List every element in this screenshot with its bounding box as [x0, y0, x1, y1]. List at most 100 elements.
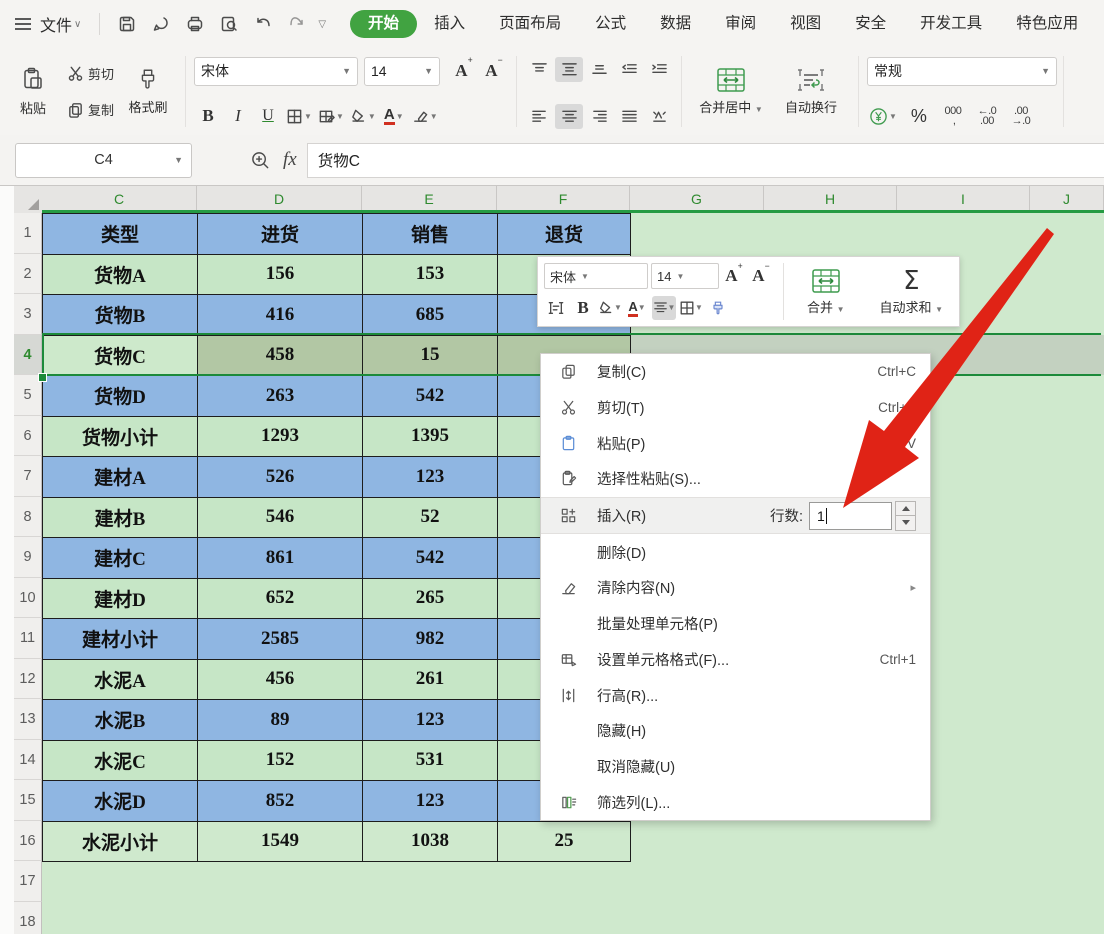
copy-button[interactable]: 复制 — [64, 97, 117, 123]
tab-开发工具[interactable]: 开发工具 — [903, 10, 999, 38]
number-format-select[interactable]: 常规 ▼ — [867, 57, 1057, 86]
shrink-font-button[interactable]: A− — [480, 59, 508, 84]
cell-C16[interactable]: 水泥小计 — [43, 821, 198, 862]
cell-D14[interactable]: 152 — [198, 740, 363, 781]
print-preview-button[interactable] — [214, 9, 244, 39]
row-header-15[interactable]: 15 — [14, 780, 42, 821]
select-all-corner[interactable] — [14, 186, 43, 214]
row-header-5[interactable]: 5 — [14, 375, 42, 416]
cell-E15[interactable]: 123 — [363, 781, 498, 822]
font-color-button[interactable]: A ▼ — [380, 104, 408, 129]
cell-C12[interactable]: 水泥A — [43, 659, 198, 700]
align-center-button[interactable] — [555, 104, 583, 129]
cell-D2[interactable]: 156 — [198, 254, 363, 295]
align-top-button[interactable] — [525, 57, 553, 82]
borders-button[interactable]: ▼ — [284, 104, 314, 129]
context-menu-item-取消隐藏[interactable]: 取消隐藏(U) — [541, 749, 930, 785]
cell-E6[interactable]: 1395 — [363, 416, 498, 457]
tab-公式[interactable]: 公式 — [578, 10, 643, 38]
column-header-G[interactable]: G — [630, 186, 764, 213]
cell-D3[interactable]: 416 — [198, 295, 363, 336]
file-menu[interactable]: 文件 — [40, 12, 72, 36]
row-header-8[interactable]: 8 — [14, 497, 42, 538]
cell-C13[interactable]: 水泥B — [43, 700, 198, 741]
cell-D9[interactable]: 861 — [198, 538, 363, 579]
cell-D4[interactable]: 458 — [198, 335, 363, 376]
mini-format-painter-button[interactable] — [706, 296, 730, 320]
cell-C5[interactable]: 货物D — [43, 376, 198, 417]
cell-C4[interactable]: 货物C — [43, 335, 198, 376]
row-header-14[interactable]: 14 — [14, 740, 42, 781]
mini-bold-button[interactable]: B — [571, 296, 595, 320]
tab-审阅[interactable]: 审阅 — [708, 10, 773, 38]
row-header-13[interactable]: 13 — [14, 699, 42, 740]
cut-button[interactable]: 剪切 — [64, 61, 117, 87]
row-header-11[interactable]: 11 — [14, 618, 42, 659]
cell-F16[interactable]: 25 — [498, 821, 631, 862]
row-header-6[interactable]: 6 — [14, 416, 42, 457]
cell-D13[interactable]: 89 — [198, 700, 363, 741]
cell-C14[interactable]: 水泥C — [43, 740, 198, 781]
cell-F1[interactable]: 退货 — [498, 214, 631, 255]
tab-数据[interactable]: 数据 — [643, 10, 708, 38]
align-left-button[interactable] — [525, 104, 553, 129]
cell-D7[interactable]: 526 — [198, 457, 363, 498]
mini-merge-button[interactable]: 合并 ▼ — [788, 257, 864, 326]
cell-C11[interactable]: 建材小计 — [43, 619, 198, 660]
column-header-H[interactable]: H — [764, 186, 897, 213]
formula-input[interactable]: 货物C — [307, 143, 1104, 178]
row-header-9[interactable]: 9 — [14, 537, 42, 578]
column-header-C[interactable]: C — [42, 186, 197, 213]
context-menu-item-隐藏[interactable]: 隐藏(H) — [541, 713, 930, 749]
cell-D1[interactable]: 进货 — [198, 214, 363, 255]
mini-grow-font-button[interactable]: A+ — [722, 264, 746, 288]
wrap-text-button[interactable]: 自动换行 — [772, 54, 850, 130]
row-header-16[interactable]: 16 — [14, 821, 42, 862]
context-menu-item-行高[interactable]: 行高(R)... — [541, 677, 930, 713]
cell-C10[interactable]: 建材D — [43, 578, 198, 619]
align-middle-button[interactable] — [555, 57, 583, 82]
mini-borders-button[interactable]: ▼ — [679, 296, 703, 320]
context-menu-item-粘贴[interactable]: 粘贴(P)Ctrl+V — [541, 425, 930, 461]
quickbar-options-icon[interactable]: ▽ — [318, 19, 326, 30]
row-header-12[interactable]: 12 — [14, 659, 42, 700]
draw-border-button[interactable]: ▼ — [316, 104, 346, 129]
paste-button[interactable]: 粘贴 — [4, 54, 62, 130]
cell-E9[interactable]: 542 — [363, 538, 498, 579]
cell-E2[interactable]: 153 — [363, 254, 498, 295]
context-menu-item-选择性粘贴[interactable]: 选择性粘贴(S)... — [541, 461, 930, 497]
fill-color-button[interactable]: ▼ — [348, 104, 378, 129]
row-header-3[interactable]: 3 — [14, 294, 42, 335]
context-menu-item-删除[interactable]: 删除(D) — [541, 534, 930, 570]
currency-format-button[interactable]: ▼ — [867, 104, 899, 129]
row-header-17[interactable]: 17 — [14, 861, 42, 902]
context-menu-item-插入[interactable]: 插入(R)行数:1 — [541, 497, 930, 535]
column-header-E[interactable]: E — [362, 186, 497, 213]
font-name-select[interactable]: 宋体 ▼ — [194, 57, 358, 86]
cell-E16[interactable]: 1038 — [363, 821, 498, 862]
file-menu-caret-icon[interactable]: ∨ — [74, 19, 81, 30]
context-menu-item-筛选列[interactable]: 筛选列(L)... — [541, 784, 930, 820]
mini-fill-color-button[interactable]: ▼ — [598, 296, 622, 320]
cell-E13[interactable]: 123 — [363, 700, 498, 741]
cell-E5[interactable]: 542 — [363, 376, 498, 417]
percent-format-button[interactable]: % — [905, 104, 933, 129]
cell-D16[interactable]: 1549 — [198, 821, 363, 862]
context-menu-item-复制[interactable]: 复制(C)Ctrl+C — [541, 354, 930, 390]
bold-button[interactable]: B — [194, 104, 222, 129]
spinner-up-icon[interactable] — [896, 502, 915, 517]
cell-D8[interactable]: 546 — [198, 497, 363, 538]
cell-E12[interactable]: 261 — [363, 659, 498, 700]
font-size-select[interactable]: 14 ▼ — [364, 57, 440, 86]
hamburger-menu-icon[interactable] — [14, 17, 32, 31]
tab-特色应用[interactable]: 特色应用 — [999, 10, 1095, 38]
mini-shrink-font-button[interactable]: A− — [749, 264, 773, 288]
italic-button[interactable]: I — [224, 104, 252, 129]
cell-D10[interactable]: 652 — [198, 578, 363, 619]
cell-C1[interactable]: 类型 — [43, 214, 198, 255]
tab-视图[interactable]: 视图 — [773, 10, 838, 38]
cell-C6[interactable]: 货物小计 — [43, 416, 198, 457]
undo-button[interactable] — [248, 9, 278, 39]
merge-center-button[interactable]: 合并居中 ▼ — [690, 54, 772, 130]
context-menu-item-剪切[interactable]: 剪切(T)Ctrl+X — [541, 390, 930, 426]
